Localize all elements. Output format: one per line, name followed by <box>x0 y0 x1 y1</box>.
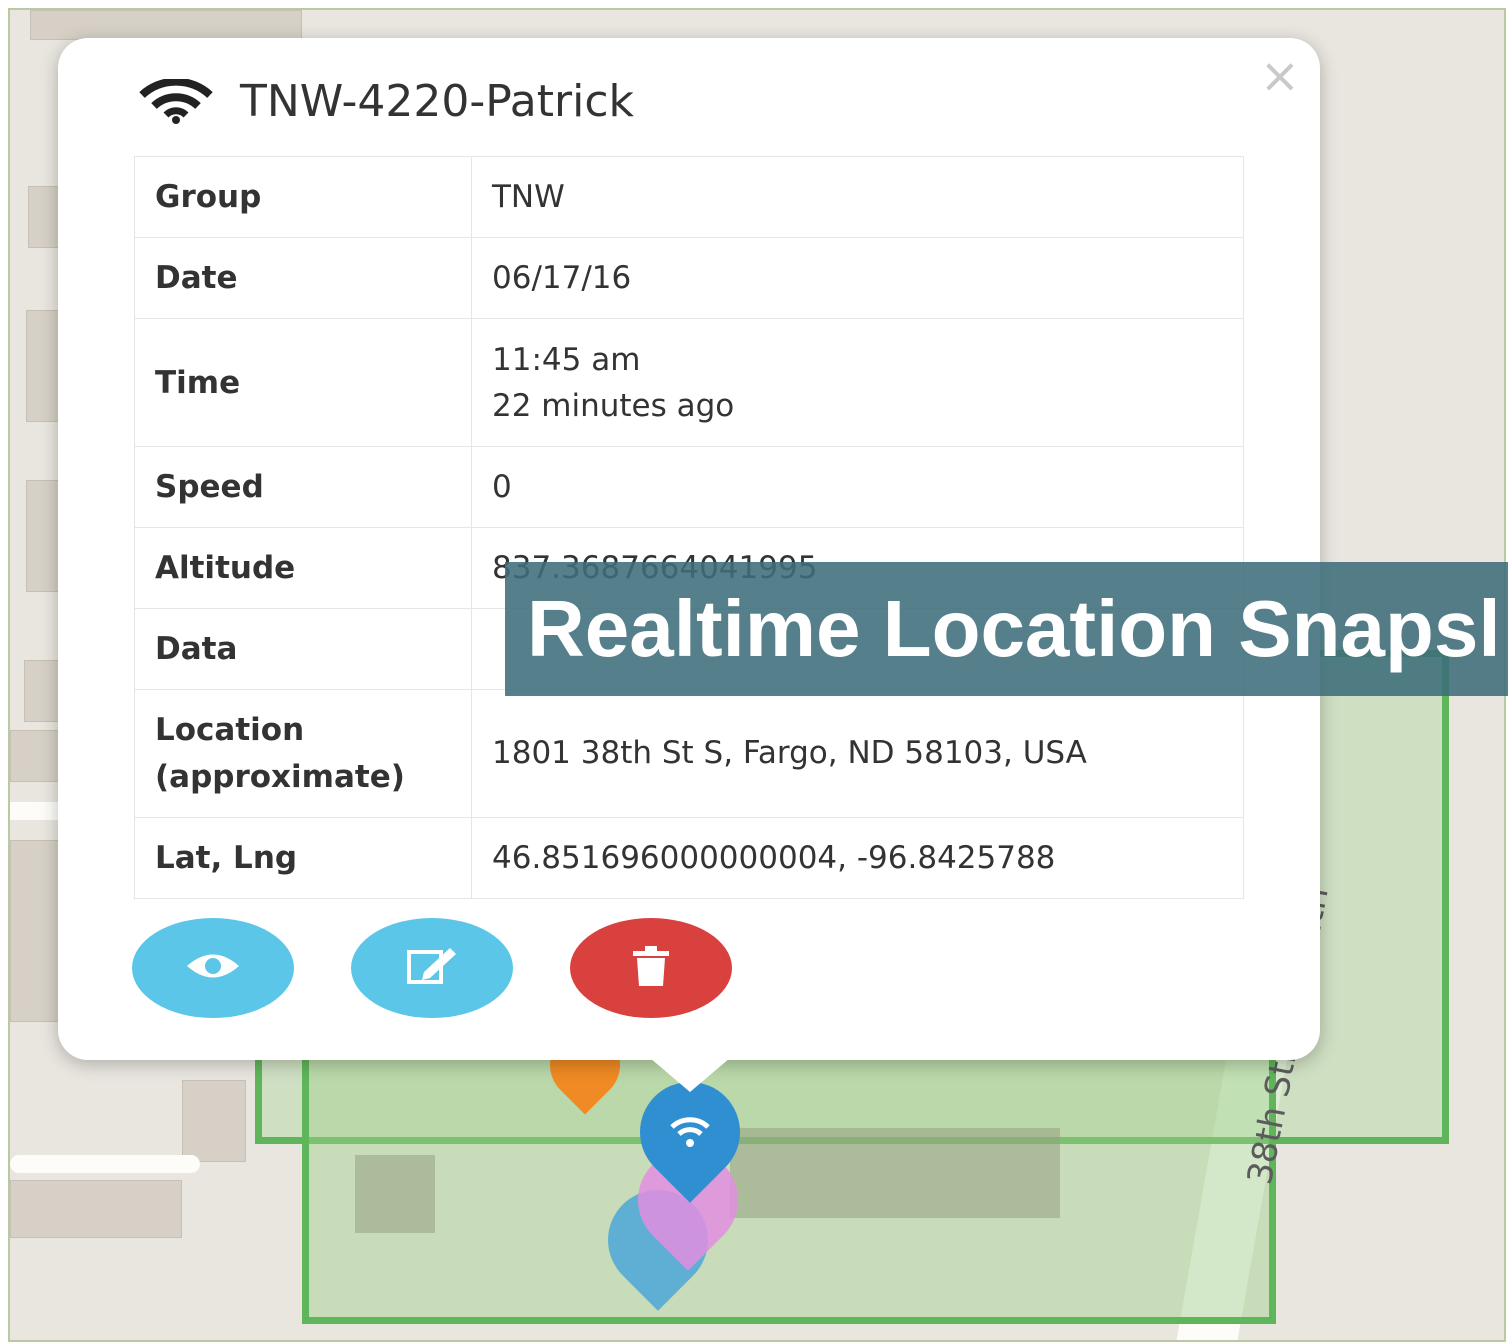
field-label: Data <box>134 608 472 690</box>
table-row: Group TNW <box>134 156 1244 238</box>
edit-icon <box>406 946 458 990</box>
close-icon[interactable]: × <box>1260 52 1300 100</box>
popup-pointer <box>650 1058 730 1092</box>
wifi-icon <box>138 78 214 125</box>
map-building <box>355 1155 435 1233</box>
map-building <box>30 10 302 40</box>
field-label: Time <box>134 318 472 447</box>
table-row: Location (approximate) 1801 38th St S, F… <box>134 689 1244 818</box>
field-value: 0 <box>471 446 1244 528</box>
map-building <box>730 1128 1060 1218</box>
table-row: Lat, Lng 46.851696000000004, -96.8425788 <box>134 817 1244 899</box>
field-label: Lat, Lng <box>134 817 472 899</box>
field-value: 06/17/16 <box>471 237 1244 319</box>
field-value: 11:45 am 22 minutes ago <box>471 318 1244 447</box>
trash-icon <box>631 945 671 991</box>
caption-banner: Realtime Location Snapsl <box>505 562 1508 696</box>
wifi-icon <box>640 1082 740 1182</box>
map-road <box>10 1155 200 1173</box>
caption-text: Realtime Location Snapsl <box>527 584 1501 673</box>
field-value: 1801 38th St S, Fargo, ND 58103, USA <box>471 689 1244 818</box>
field-value: TNW <box>471 156 1244 238</box>
field-label: Group <box>134 156 472 238</box>
time-value: 11:45 am <box>492 341 641 378</box>
field-label: Speed <box>134 446 472 528</box>
field-value: 46.851696000000004, -96.8425788 <box>471 817 1244 899</box>
field-label: Location (approximate) <box>134 689 472 818</box>
table-row: Date 06/17/16 <box>134 237 1244 319</box>
popup-title: TNW-4220-Patrick <box>138 76 634 127</box>
map-building <box>10 1180 182 1238</box>
view-button[interactable] <box>132 918 294 1018</box>
table-row: Speed 0 <box>134 446 1244 528</box>
relative-time: 22 minutes ago <box>492 387 735 424</box>
device-popup: × TNW-4220-Patrick Group TNW Date 06/17/… <box>58 38 1320 1060</box>
device-name: TNW-4220-Patrick <box>240 76 635 127</box>
map-building <box>182 1080 246 1162</box>
delete-button[interactable] <box>570 918 732 1018</box>
edit-button[interactable] <box>351 918 513 1018</box>
table-row: Time 11:45 am 22 minutes ago <box>134 318 1244 447</box>
field-label: Date <box>134 237 472 319</box>
field-label: Altitude <box>134 527 472 609</box>
device-info-table: Group TNW Date 06/17/16 Time 11:45 am 22… <box>134 156 1244 899</box>
eye-icon <box>185 951 241 985</box>
